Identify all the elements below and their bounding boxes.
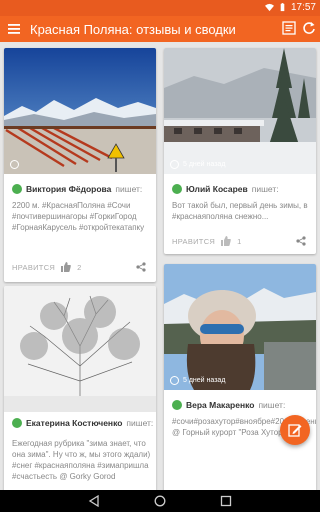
post-photo (164, 48, 316, 174)
post-author: Виктория Фёдорова пишет: (12, 184, 142, 194)
author-says: пишет: (258, 400, 286, 410)
like-label[interactable]: НРАВИТСЯ (172, 237, 215, 246)
post-time: 5 дней назад (170, 376, 225, 385)
post-footer: НРАВИТСЯ 1 (172, 236, 242, 246)
author-says: пишет: (251, 184, 279, 194)
author-name[interactable]: Юлий Косарев (186, 184, 248, 194)
post-author: Вера Макаренко пишет: (172, 400, 285, 410)
like-count: 1 (237, 236, 242, 246)
menu-icon[interactable] (6, 21, 22, 37)
post-card[interactable]: Екатерина Костюченко пишет: Ежегодная ру… (4, 286, 156, 490)
clock-icon (10, 160, 19, 169)
like-label[interactable]: НРАВИТСЯ (12, 263, 55, 272)
share-icon[interactable] (296, 236, 306, 246)
smile-icon (172, 184, 182, 194)
post-card[interactable]: Виктория Фёдорова пишет: 2200 м. #Красна… (4, 48, 156, 282)
post-footer: НРАВИТСЯ 2 (12, 262, 82, 272)
app-bar: Красная Поляна: отзывы и сводки (0, 16, 320, 42)
share-icon[interactable] (136, 262, 146, 272)
wifi-icon (264, 3, 274, 12)
author-says: пишет: (126, 418, 154, 428)
smile-icon (12, 418, 22, 428)
thumbs-up-icon[interactable] (221, 236, 231, 246)
post-photo (4, 48, 156, 174)
post-time (10, 160, 23, 169)
post-photo (164, 264, 316, 390)
battery-icon (280, 3, 285, 12)
post-text: Вот такой был, первый день зимы, в #крас… (172, 201, 308, 221)
post-time: 5 дней назад (170, 160, 225, 169)
post-text: 2200 м. #КраснаяПоляна #Сочи #почтиверши… (12, 201, 145, 232)
status-icons: 17:57 (264, 2, 316, 13)
post-author: Юлий Косарев пишет: (172, 184, 279, 194)
page-title: Красная Поляна: отзывы и сводки (30, 22, 236, 37)
post-card[interactable]: 5 дней назад Вера Макаренко пишет: #сочи… (164, 264, 316, 490)
clock-icon (170, 160, 179, 169)
like-count: 2 (77, 262, 82, 272)
edit-icon[interactable] (282, 21, 296, 35)
smile-icon (12, 184, 22, 194)
author-says: пишет: (115, 184, 143, 194)
home-icon[interactable] (154, 495, 166, 507)
compose-icon (288, 424, 302, 437)
thumbs-up-icon[interactable] (61, 262, 71, 272)
feed: Виктория Фёдорова пишет: 2200 м. #Красна… (0, 42, 320, 490)
post-card[interactable]: 5 дней назад Юлий Косарев пишет: Вот так… (164, 48, 316, 254)
author-name[interactable]: Екатерина Костюченко (26, 418, 122, 428)
nav-bar (0, 490, 320, 512)
post-author: Екатерина Костюченко пишет: (12, 418, 153, 428)
compose-button[interactable] (280, 415, 310, 445)
author-name[interactable]: Виктория Фёдорова (26, 184, 111, 194)
smile-icon (172, 400, 182, 410)
status-bar: 17:57 (0, 0, 320, 16)
back-icon[interactable] (88, 495, 100, 507)
recents-icon[interactable] (220, 495, 232, 507)
clock-icon (170, 376, 179, 385)
status-time: 17:57 (290, 2, 316, 13)
post-text: Ежегодная рубрика "зима знает, что она з… (12, 439, 151, 481)
post-photo (4, 286, 156, 412)
author-name[interactable]: Вера Макаренко (186, 400, 254, 410)
refresh-icon[interactable] (302, 21, 316, 35)
